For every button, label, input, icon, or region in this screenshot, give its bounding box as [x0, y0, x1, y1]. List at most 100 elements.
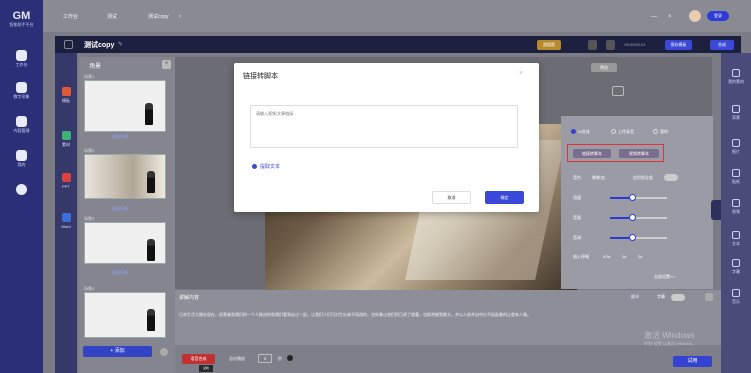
rr-my-materials[interactable]: 我的素材	[728, 69, 744, 85]
pause-option[interactable]: 1s	[622, 254, 626, 259]
close-icon[interactable]: ×	[162, 60, 171, 69]
help-icon[interactable]	[287, 355, 293, 361]
compose-button[interactable]: 合成	[710, 40, 734, 50]
confirm-button[interactable]: 确定	[485, 191, 524, 204]
option-upload[interactable]: 上传录音	[611, 129, 634, 135]
option-label: 上传录音	[618, 129, 634, 134]
app-logo: GM 智能助手平台	[8, 10, 35, 32]
rr-music[interactable]: 音乐	[728, 289, 744, 305]
rail-item-settings[interactable]	[10, 184, 33, 206]
presenter-figure	[145, 103, 153, 125]
tool-label: 素材	[62, 142, 70, 147]
volume-slider-handle[interactable]	[629, 214, 636, 221]
rr-image[interactable]: 图片	[728, 139, 744, 155]
add-scene-button[interactable]: + 添加	[83, 346, 152, 357]
scene-panel-title: 场景	[89, 64, 102, 70]
add-scene-link[interactable]: 添加场景	[112, 270, 128, 276]
rail-item-avatar[interactable]: 数字形象	[10, 82, 33, 104]
scene-thumbnail[interactable]	[84, 80, 166, 132]
user-icon	[16, 150, 27, 161]
rr-subtitle[interactable]: 字幕	[728, 259, 744, 275]
scene-thumbnail[interactable]	[84, 292, 166, 338]
rr-text[interactable]: 文本	[728, 231, 744, 247]
tool-material[interactable]: 素材	[58, 131, 74, 148]
tool-word[interactable]: Word	[58, 213, 74, 229]
edit-title-icon[interactable]: ✎	[118, 41, 123, 48]
link-input[interactable]	[250, 105, 518, 148]
collapse-handle[interactable]	[711, 200, 721, 220]
option-label: 我的	[660, 129, 668, 134]
rail-item-workbench[interactable]: 工作台	[10, 50, 33, 72]
add-scene-link[interactable]: 添加场景	[112, 134, 128, 140]
editor-bar: 测试copy ✎ 超值版 00:00/00:01 保存模板 合成	[55, 36, 741, 53]
tab-test[interactable]: 测试	[107, 13, 117, 20]
presenter-figure	[147, 309, 155, 331]
tooltip: 试听	[199, 365, 213, 372]
speed-track	[632, 197, 667, 199]
pause-option[interactable]: 2s	[638, 254, 642, 259]
tool-ppt[interactable]: PPT	[58, 173, 74, 189]
link-to-script-button[interactable]: 链接转脚本	[573, 149, 611, 158]
close-icon[interactable]: ×	[668, 14, 672, 20]
sticker-icon	[732, 169, 740, 177]
watermark-line2: 转到"设置"以激活 Windows。	[644, 341, 697, 346]
speed-input[interactable]: 0	[258, 354, 272, 363]
ppt-icon	[61, 173, 71, 182]
dialog-title: 链接转脚本	[243, 73, 278, 80]
subtitle-icon	[732, 259, 740, 267]
rr-video[interactable]: 视频	[728, 199, 744, 215]
image-icon[interactable]	[612, 86, 624, 96]
redo-icon[interactable]	[606, 40, 615, 50]
speed-slider-handle[interactable]	[629, 194, 636, 201]
scene-thumbnail[interactable]	[84, 222, 166, 264]
tab-test-copy[interactable]: 测试copy ×	[148, 13, 181, 20]
bottom-bar	[175, 345, 721, 373]
video-to-script-button[interactable]: 视频转脚本	[619, 149, 659, 158]
gear-icon[interactable]	[160, 348, 168, 356]
pause-option[interactable]: 0.5s	[603, 254, 611, 259]
more-settings-link[interactable]: 全部设置>>	[654, 274, 675, 280]
tab-close-icon[interactable]: ×	[179, 14, 182, 20]
pitch-slider-handle[interactable]	[629, 234, 636, 241]
add-scene-link[interactable]: 添加场景	[112, 206, 128, 212]
subtitle-toggle[interactable]	[671, 294, 685, 301]
option-ai[interactable]: AI合成	[571, 129, 590, 135]
extract-text-link[interactable]: 提取文本	[252, 163, 280, 170]
rr-background[interactable]: 背景	[728, 105, 744, 121]
script-text[interactable]: 日本生活大概在现在，经营者和我们的一个人推进的和我们看到走过一起，让我们人们可对…	[179, 312, 699, 318]
vip-badge[interactable]: 超值版	[537, 40, 561, 50]
tts-button[interactable]: 语音合成	[182, 354, 215, 364]
avatar[interactable]	[689, 10, 701, 22]
login-button[interactable]: 登录	[707, 11, 729, 21]
close-icon[interactable]: ×	[519, 70, 523, 77]
rr-label: 文本	[732, 241, 740, 246]
menu-icon[interactable]	[64, 40, 73, 49]
rail-item-mine[interactable]: 我的	[10, 150, 33, 172]
voice-label: 音色	[573, 175, 581, 180]
avatar-icon	[16, 82, 27, 93]
rail-item-content[interactable]: 内容管理	[10, 116, 33, 138]
rr-label: 贴纸	[732, 179, 740, 184]
rr-sticker[interactable]: 贴纸	[728, 169, 744, 185]
scene-thumbnail[interactable]	[84, 154, 166, 199]
plus-icon	[252, 164, 257, 170]
option-mine[interactable]: 我的	[653, 129, 668, 135]
translate-button[interactable]: 翻译	[631, 294, 639, 300]
apply-all-toggle[interactable]	[664, 174, 678, 181]
preview-button[interactable]: 预览	[591, 63, 617, 72]
rr-label: 视频	[732, 209, 740, 214]
minimize-icon[interactable]: —	[651, 14, 657, 20]
save-template-button[interactable]: 保存模板	[665, 40, 692, 50]
windows-watermark: 激活 Windows 转到"设置"以激活 Windows。	[644, 330, 696, 347]
tab-workbench[interactable]: 工作台	[63, 13, 78, 20]
subtitle-label: 字幕	[657, 294, 665, 299]
voice-select[interactable]: 晓晓/女…	[592, 175, 609, 181]
radio-icon	[571, 129, 576, 135]
trial-button[interactable]: 试用	[673, 356, 712, 367]
rr-label: 音乐	[732, 299, 740, 304]
cancel-button[interactable]: 取消	[432, 191, 471, 204]
tool-template[interactable]: 模板	[58, 87, 74, 104]
more-icon[interactable]	[705, 293, 713, 301]
project-title: 测试copy	[84, 42, 115, 49]
undo-icon[interactable]	[588, 40, 597, 50]
